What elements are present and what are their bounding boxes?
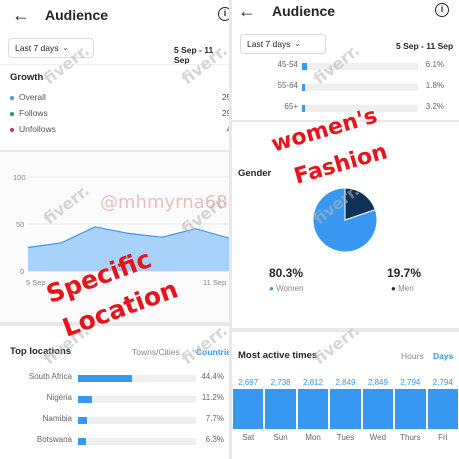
day-bar [297,389,329,429]
day-label: Tues [336,433,355,442]
day-value-label: 2,697 [238,378,259,387]
location-bar-track [78,375,196,382]
back-arrow-icon[interactable]: ← [238,2,256,20]
date-range-dropdown-label: Last 7 days [247,39,291,49]
day-bar [330,389,361,429]
age-percentage: 6.1% [425,60,444,69]
day-bar [395,389,426,429]
men-legend: ● Men [391,284,414,293]
location-bar-fill [78,417,88,424]
women-percentage: 80.3% [269,266,304,280]
women-dot-icon: ● [269,284,274,293]
tab-days[interactable]: Days [433,351,453,361]
info-icon[interactable]: i [435,3,449,17]
day-label: Mon [305,433,321,442]
location-bar-fill [78,438,86,445]
location-row: Nigeria 11.2% [0,393,229,407]
growth-label: Follows [19,108,48,118]
location-percentage: 6.3% [205,435,224,444]
growth-row-follows: Follows 299 [10,108,229,122]
location-label: Namibia [42,414,72,423]
day-value-label: 2,794 [400,378,421,387]
day-value-label: 2,812 [303,378,324,387]
age-percentage: 1.8% [425,81,444,90]
day-bar [265,389,296,429]
day-bar [233,389,264,429]
age-percentage: 3.2% [425,102,444,111]
age-label: 45-54 [277,60,298,69]
day-label: Sat [242,433,255,442]
day-value-label: 2,849 [367,378,388,387]
growth-row-overall: Overall 254 [10,92,229,106]
unfollows-dot-icon [10,128,14,132]
location-percentage: 11.2% [201,393,224,402]
page-title: Audience [45,7,109,23]
active-times-panel: Most active times Hours Days 2,697 Sat 2,7… [232,332,459,459]
growth-value: 254 [221,92,229,102]
overall-dot-icon [10,96,14,100]
age-label: 55-64 [277,81,298,90]
day-label: Fri [438,433,448,442]
day-label: Wed [369,433,387,442]
location-label: Botswana [36,435,72,444]
growth-title: Growth [10,72,44,83]
location-row: Botswana 6.3% [0,435,229,449]
day-bar [427,389,458,429]
location-label: South Africa [28,372,72,381]
follows-dot-icon [10,112,14,116]
age-bar-fill [302,63,307,70]
y-tick-label: 100 [13,173,26,182]
location-bar-track [78,417,196,424]
x-tick-label-end: 11 Sep [203,278,226,287]
men-percentage: 19.7% [387,266,422,280]
day-bar [362,389,394,429]
active-times-title: Most active times [238,350,318,361]
growth-value: 299 [221,108,229,118]
chevron-down-icon: ⌄ [294,41,301,48]
age-label: 65+ [284,102,298,111]
location-bar-fill [78,396,92,403]
location-percentage: 44.4% [201,372,224,381]
day-value-label: 2,794 [432,378,453,387]
tab-hours[interactable]: Hours [401,351,424,361]
location-row: Namibia 7.7% [0,414,229,428]
growth-row-unfollows: Unfollows 45 [10,124,229,138]
location-row: South Africa 44.4% [0,372,229,386]
age-bar-fill [302,105,305,112]
men-dot-icon: ● [391,284,396,293]
age-row: 55-64 1.8% [232,81,459,95]
men-label: Men [398,284,414,293]
tab-towns-cities[interactable]: Towns/Cities [132,347,180,357]
date-range-dropdown-label: Last 7 days [15,43,59,53]
location-bar-fill [78,375,132,382]
back-arrow-icon[interactable]: ← [12,6,30,24]
page-title: Audience [272,3,336,19]
location-bar-track [78,438,196,445]
location-label: Nigeria [46,393,72,402]
date-range-dropdown[interactable]: Last 7 days ⌄ [240,34,326,54]
location-bar-track [78,396,196,403]
day-label: Sun [273,433,288,442]
growth-label: Overall [19,92,46,102]
growth-label: Unfollows [19,124,56,134]
day-value-label: 2,849 [335,378,356,387]
day-value-label: 2,738 [270,378,291,387]
women-legend: ● Women [269,284,304,293]
y-tick-label: 50 [16,220,24,229]
y-tick-label: 0 [20,267,24,276]
location-percentage: 7.7% [205,414,224,423]
day-label: Thurs [400,433,421,442]
age-bar-fill [302,84,305,91]
women-label: Women [276,284,304,293]
info-icon[interactable]: i [218,7,229,21]
date-range-text: 5 Sep - 11 Sep [396,41,454,51]
